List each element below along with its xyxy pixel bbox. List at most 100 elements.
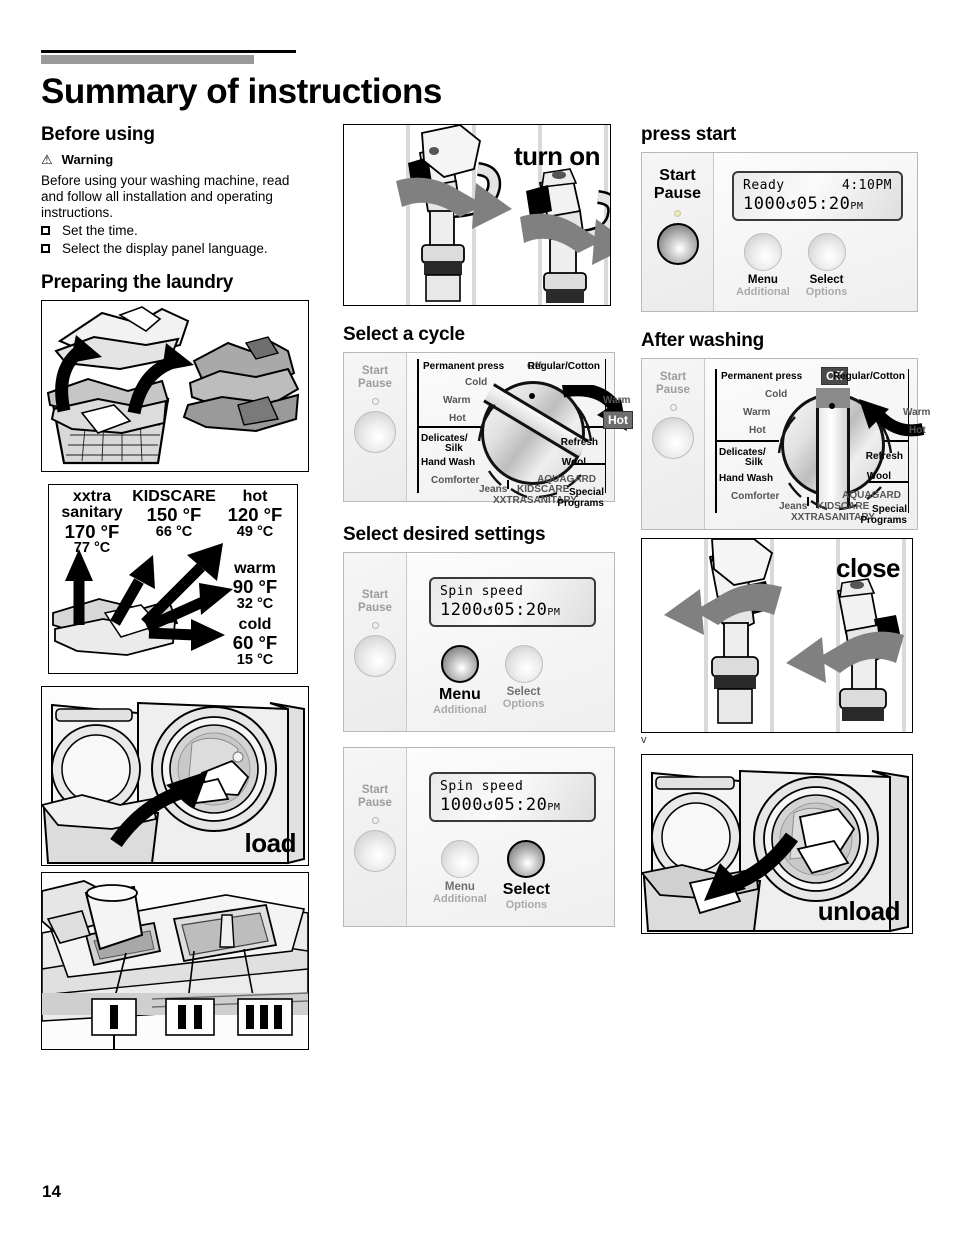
press-start-spin-value: 1000 xyxy=(743,194,786,214)
checkbox-icon[interactable] xyxy=(41,225,50,235)
settings2-start-pause-button[interactable] xyxy=(354,829,396,872)
settings2-select-button[interactable] xyxy=(507,840,546,878)
temp-f-hot: 120 °F xyxy=(227,504,283,526)
after-xxtra-part-1: XXTRA xyxy=(791,512,825,523)
start-pause-button[interactable] xyxy=(354,410,396,453)
settings2-select-button-group[interactable]: Select Options xyxy=(503,840,550,911)
preparing-laundry-heading: Preparing the laundry xyxy=(41,271,234,293)
before-using-body: Before using your washing machine, read … xyxy=(41,173,290,220)
settings2-display-section[interactable]: Spin speed 1000 ↺ 05:20 PM Menu Additional … xyxy=(407,748,614,926)
temp-name-xxtra-1: xxtra xyxy=(72,487,112,505)
temp-name-kidscare: KIDSCARE xyxy=(132,487,216,505)
dial-label-special-1: Special xyxy=(568,487,604,498)
temp-name-warm: warm xyxy=(234,559,276,577)
settings2-lcd-line1: Spin speed xyxy=(440,779,585,794)
after-dial-label-hot-left: Hot xyxy=(749,425,766,436)
press-start-clock: 4:10PM xyxy=(842,178,892,193)
settings2-menu-button-group[interactable]: Menu Additional xyxy=(433,840,487,911)
checklist-item-1: Set the time. xyxy=(41,222,313,240)
settings1-start-pause-section[interactable]: Start Pause xyxy=(344,553,407,731)
press-start-time: 05:20 xyxy=(796,194,851,214)
press-start-lcd-line1: Ready 4:10PM xyxy=(743,178,892,193)
select-cycle-panel[interactable]: Start Pause Permanent press Off Regular/… xyxy=(343,352,633,509)
checkbox-icon[interactable] xyxy=(41,244,50,254)
settings2-clock-icon: ↺ xyxy=(482,795,494,815)
press-start-menu-group[interactable]: Menu Additional xyxy=(736,233,790,298)
cycle-dial[interactable]: Permanent press Off Regular/Cotton Cold … xyxy=(407,353,633,509)
after-dial-area[interactable]: Permanent press Off Regular/Cotton Cold … xyxy=(705,359,930,529)
after-cycle-dial[interactable]: Permanent press Off Regular/Cotton Cold … xyxy=(705,359,930,529)
settings1-led-icon xyxy=(371,621,379,629)
settings1-select-label: Select xyxy=(506,686,541,698)
kidscare-part-2: CARE xyxy=(540,484,570,495)
settings1-select-button-group[interactable]: Select Options xyxy=(503,645,544,716)
after-dial-label-silk: Silk xyxy=(745,457,763,468)
settings2-start-pause-section[interactable]: Start Pause xyxy=(344,748,407,926)
after-start-pause-section[interactable]: Start Pause xyxy=(642,359,705,529)
warning-row: ⚠ Warning xyxy=(41,152,313,167)
settings1-spin-value: 1200 xyxy=(440,600,483,620)
after-start-pause-button[interactable] xyxy=(652,416,694,459)
press-start-display-section[interactable]: Ready 4:10PM 1000 ↺ 05:20 PM Menu Additiona… xyxy=(714,153,917,311)
detergent-dispenser-figure xyxy=(41,871,309,1050)
press-start-heading: press start xyxy=(641,124,736,145)
press-start-select-label: Select xyxy=(809,274,844,286)
temp-column-cold: cold 60 °F 15 °C xyxy=(217,616,293,668)
settings1-menu-button-group[interactable]: Menu Additional xyxy=(433,645,487,716)
start-pause-led-icon xyxy=(371,397,379,405)
after-aquagard-part-1: AQUA xyxy=(842,490,872,501)
after-start-line2: Pause xyxy=(656,383,690,396)
press-start-select-group[interactable]: Select Options xyxy=(805,233,848,298)
settings1-select-button[interactable] xyxy=(504,645,543,683)
press-start-button[interactable] xyxy=(656,222,699,265)
settings2-menu-button[interactable] xyxy=(440,840,479,878)
press-start-panel[interactable]: Start Pause Ready 4:10PM 1000↺05:20PM xyxy=(641,152,918,312)
dial-label-jeans: Jeans xyxy=(479,484,508,495)
checklist-item-2: Select the display panel language. xyxy=(41,240,313,258)
after-washing-panel[interactable]: Start Pause Permanent press Off Regular/… xyxy=(641,358,930,530)
temp-name-xxtra-2: sanitary xyxy=(61,504,123,522)
select-cycle-heading: Select a cycle xyxy=(343,324,465,345)
settings-panel-1[interactable]: Start Pause Spin speed 1200 ↺ 05:20 PM M… xyxy=(343,552,615,732)
settings1-meridiem: PM xyxy=(547,607,561,618)
settings1-lcd: Spin speed 1200 ↺ 05:20 PM xyxy=(429,577,596,627)
press-start-lcd: Ready 4:10PM 1000 ↺ 05:20 PM xyxy=(732,171,903,221)
after-dial-label-aquagard: AQUAGARD xyxy=(842,490,901,501)
settings2-buttons[interactable]: Menu Additional Select Options xyxy=(433,840,550,911)
dial-label-silk: Silk xyxy=(445,443,463,454)
press-start-buttons[interactable]: Menu Additional Select Options xyxy=(736,233,847,298)
dial-divider-left-2 xyxy=(417,427,419,493)
settings1-start-pause-button[interactable] xyxy=(354,634,396,677)
warning-triangle-icon: ⚠ xyxy=(41,152,53,167)
start-pause-section[interactable]: Start Pause xyxy=(344,353,407,501)
dial-label-hot-left: Hot xyxy=(449,413,466,424)
dial-off-marker-icon xyxy=(529,393,535,399)
dial-label-hot-selected: Hot xyxy=(603,411,633,429)
header-rule-black xyxy=(41,50,296,53)
press-start-line1: Start xyxy=(659,167,696,184)
settings1-display-section[interactable]: Spin speed 1200 ↺ 05:20 PM Menu Additional … xyxy=(407,553,614,731)
press-start-select-button[interactable] xyxy=(807,233,846,271)
cycle-dial-area[interactable]: Permanent press Off Regular/Cotton Cold … xyxy=(407,353,633,509)
temperature-chart-figure: xxtra sanitary 170 °F 77 °C KIDSCARE 150… xyxy=(48,483,298,674)
temp-c-cold: 15 °C xyxy=(236,651,274,668)
after-dial-label-regular-cotton: Regular/Cotton xyxy=(832,371,905,382)
temp-c-hot: 49 °C xyxy=(236,523,274,540)
select-settings-heading: Select desired settings xyxy=(343,524,546,545)
press-start-section[interactable]: Start Pause xyxy=(642,153,714,311)
settings2-spin-value: 1000 xyxy=(440,795,483,815)
dial-label-permanent-press: Permanent press xyxy=(423,361,505,372)
settings1-menu-button[interactable] xyxy=(440,645,479,683)
settings1-buttons[interactable]: Menu Additional Select Options xyxy=(433,645,544,716)
settings2-lcd-line2: 1000 ↺ 05:20 PM xyxy=(440,795,585,815)
press-start-menu-button[interactable] xyxy=(743,233,782,271)
close-faucet-figure: close xyxy=(641,538,913,733)
press-start-line2: Pause xyxy=(653,184,702,202)
settings2-select-sub: Options xyxy=(505,899,548,911)
after-kidscare-part-2: CARE xyxy=(840,501,870,512)
settings-panel-2[interactable]: Start Pause Spin speed 1000 ↺ 05:20 PM M… xyxy=(343,747,615,927)
press-start-select-sub: Options xyxy=(805,286,848,298)
temp-c-xxtra: 77 °C xyxy=(73,540,111,557)
after-washing-heading: After washing xyxy=(641,330,765,351)
temp-name-hot: hot xyxy=(242,487,268,505)
